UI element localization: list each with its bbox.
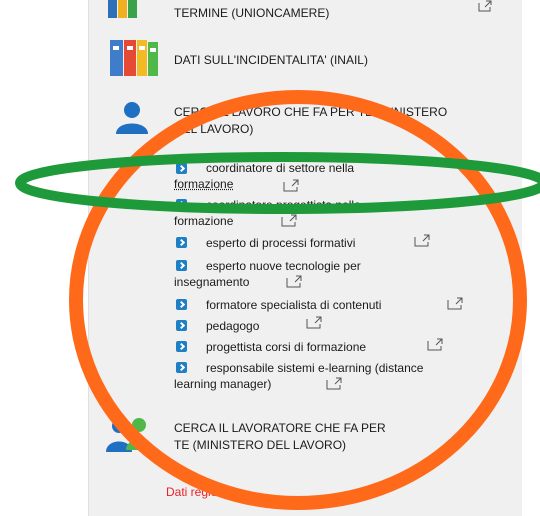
job-link-1-line2: formazione (174, 214, 234, 228)
section-cerca-lavoratore-line1: CERCA IL LAVORATORE CHE FA PER (174, 421, 386, 435)
binders-icon (108, 0, 137, 18)
job-link-1-line1: coordinatore progettista nella (206, 198, 361, 212)
job-link-0-line1: coordinatore di settore nella (206, 161, 355, 175)
chevron-right-icon (176, 237, 187, 248)
job-link-3-line2: insegnamento (174, 275, 250, 289)
external-link-icon[interactable] (427, 338, 443, 351)
external-link-icon[interactable] (478, 0, 492, 12)
external-link-icon[interactable] (283, 179, 299, 192)
external-link-icon[interactable] (326, 377, 342, 390)
section-cerca-lavoro-line2: DEL LAVORO) (174, 122, 254, 136)
section-incidentalita[interactable]: DATI SULL'INCIDENTALITA' (INAIL) (174, 52, 368, 69)
section-cerca-lavoratore[interactable]: CERCA IL LAVORATORE CHE FA PER TE (MINIS… (174, 420, 386, 454)
job-link-7-line1: responsabile sistemi e-learning (distanc… (206, 361, 424, 375)
people-icon (106, 418, 152, 452)
external-link-icon[interactable] (306, 316, 322, 329)
job-link-2[interactable]: esperto di processi formativi (206, 235, 355, 251)
section-cerca-lavoro[interactable]: CERCA IL LAVORO CHE FA PER TE (MINISTERO… (174, 104, 447, 138)
chevron-right-icon (176, 299, 187, 310)
job-link-3-line1: esperto nuove tecnologie per (206, 259, 361, 273)
dati-regionali-link[interactable]: Dati regionali (166, 485, 236, 499)
chevron-right-icon (176, 341, 187, 352)
right-margin (522, 0, 540, 516)
job-link-5[interactable]: pedagogo (206, 318, 259, 334)
section-unioncamere[interactable]: TERMINE (UNIONCAMERE) (174, 5, 329, 22)
person-icon (116, 102, 148, 134)
binders-icon (110, 40, 158, 76)
job-link-0-line2: formazione (174, 177, 234, 191)
external-link-icon[interactable] (447, 297, 463, 310)
chevron-right-icon (176, 320, 187, 331)
section-cerca-lavoratore-line2: TE (MINISTERO DEL LAVORO) (174, 438, 347, 452)
external-link-icon[interactable] (281, 214, 297, 227)
job-link-6[interactable]: progettista corsi di formazione (206, 339, 366, 355)
external-link-icon[interactable] (414, 234, 430, 247)
job-link-7-line2: learning manager) (174, 377, 272, 391)
section-cerca-lavoro-line1: CERCA IL LAVORO CHE FA PER TE (MINISTERO (174, 105, 448, 119)
job-link-4[interactable]: formatore specialista di contenuti (206, 297, 381, 313)
job-link-7[interactable]: responsabile sistemi e-learning (distanc… (174, 360, 423, 392)
job-link-0[interactable]: coordinatore di settore nella formazione (174, 160, 354, 192)
job-link-3[interactable]: esperto nuove tecnologie per insegnament… (174, 258, 361, 290)
external-link-icon[interactable] (286, 275, 302, 288)
job-link-1[interactable]: coordinatore progettista nella formazion… (174, 197, 361, 229)
